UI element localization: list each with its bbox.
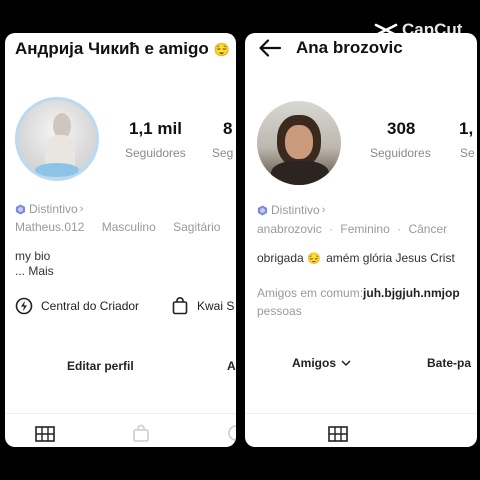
secondary-button[interactable]: A [227, 359, 236, 373]
back-arrow-icon[interactable] [258, 39, 282, 57]
bio: my bio [15, 249, 51, 263]
creator-center-link[interactable]: Central do Criador [15, 297, 139, 315]
zodiac-sign: Câncer [408, 222, 448, 236]
profile-title: Ana brozovic [296, 38, 403, 57]
followers-label: Seguidores [370, 146, 431, 160]
avatar[interactable] [257, 101, 341, 185]
following-count: 1, [459, 119, 474, 138]
bag-tab-icon[interactable] [132, 424, 150, 442]
info-row: anabrozovic · Feminino · Câncer [257, 222, 447, 236]
tab-divider [5, 413, 236, 414]
gender: Masculino [101, 220, 156, 234]
tab-divider [245, 413, 477, 414]
chevron-right-icon: › [321, 204, 326, 216]
separator-dot: · [329, 222, 334, 236]
left-profile-panel: Андрија Чикић е amigo 😌 1,1 mil Seguidor… [5, 33, 236, 447]
following-label: Se [460, 146, 475, 160]
right-profile-panel: Ana brozovic 308 Seguidores 1, Se Distin… [245, 33, 477, 447]
followers-count: 308 [387, 119, 416, 138]
zodiac-sign: Sagitário [173, 220, 221, 234]
following-label: Seg [212, 146, 234, 160]
badge-icon [15, 203, 26, 215]
badge-row[interactable]: Distintivo › [257, 203, 325, 217]
followers-count: 1,1 mil [129, 119, 182, 138]
badge-icon [257, 204, 268, 216]
mutual-names: juh.bjgjuh.nmjop [363, 286, 460, 300]
avatar[interactable] [15, 97, 99, 181]
username: anabrozovic [257, 222, 322, 236]
lightning-icon [15, 297, 33, 315]
mutual-label: Amigos em comum: [257, 286, 364, 300]
profile-title: Андрија Чикић е amigo 😌 [15, 39, 230, 58]
bio-more-link[interactable]: ... Mais [15, 264, 54, 278]
mutual-friends[interactable]: Amigos em comum:juh.bjgjuh.nmjop [257, 286, 460, 300]
friends-dropdown-button[interactable]: Amigos [292, 356, 351, 370]
edit-profile-button[interactable]: Editar perfil [67, 359, 134, 373]
separator-dot: · [397, 222, 402, 236]
shopping-bag-icon [172, 297, 188, 315]
grid-icon[interactable] [35, 426, 55, 442]
relieved-emoji: 😌 [213, 42, 230, 57]
grid-icon[interactable] [328, 426, 348, 442]
chat-button[interactable]: Bate-pa [427, 356, 471, 370]
creator-center-label: Central do Criador [41, 299, 140, 313]
kwai-shop-label: Kwai S [197, 299, 235, 313]
kwai-shop-link[interactable]: Kwai S [172, 297, 234, 315]
friends-label: Amigos [292, 356, 337, 370]
partial-tab-icon[interactable] [227, 424, 236, 442]
mutual-suffix: pessoas [257, 304, 302, 318]
sad-emoji: 😔 [307, 253, 321, 265]
badge-label: Distintivo [271, 203, 320, 217]
chevron-down-icon [341, 360, 351, 367]
capcut-text: CapCut [402, 20, 463, 39]
username: Matheus.012 [15, 220, 85, 234]
badge-label: Distintivo [29, 202, 78, 216]
chevron-right-icon: › [79, 203, 84, 215]
capcut-watermark: CapCut [374, 20, 462, 40]
following-count: 8 [223, 119, 233, 138]
capcut-logo-icon [374, 23, 398, 37]
badge-row[interactable]: Distintivo › [15, 202, 83, 216]
followers-label: Seguidores [125, 146, 186, 160]
bio: obrigada 😔 amém glória Jesus Crist [257, 251, 455, 265]
info-row: Matheus.012 Masculino Sagitário [15, 220, 220, 234]
gender: Feminino [340, 222, 390, 236]
